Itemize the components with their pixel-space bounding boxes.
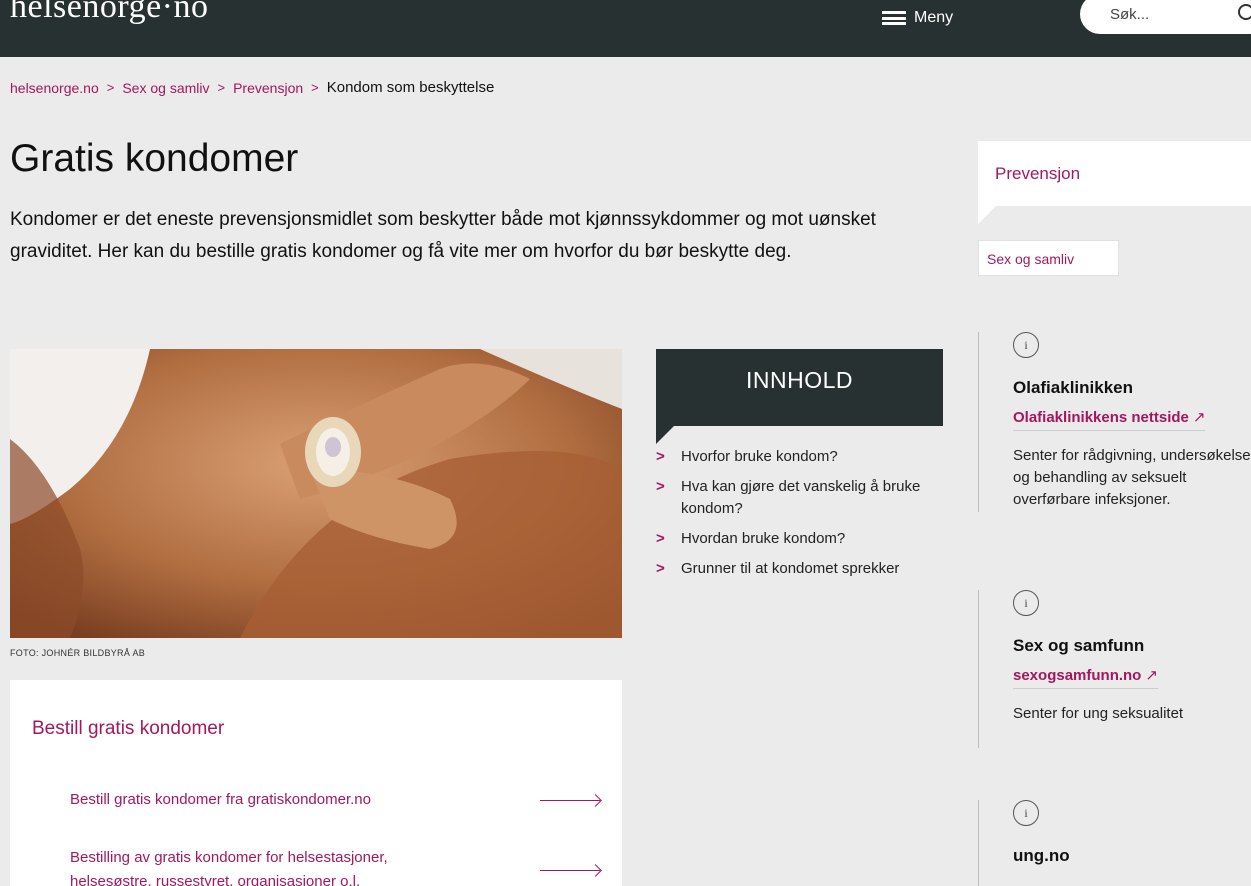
sidebar-chip-label: Sex og samliv [987,251,1075,267]
external-link-icon: ↗ [1192,409,1206,426]
chevron-right-icon: > [656,448,665,465]
toc-item[interactable]: > Grunner til at kondomet sprekker [656,558,956,580]
site-logo[interactable]: helsenorge·no [10,0,208,26]
resource-card-ung-no: i ung.no [978,800,1251,886]
info-icon: i [1013,332,1039,358]
toc-item-label: Hvordan bruke kondom? [681,530,846,547]
order-link-label: Bestill gratis kondomer fra gratiskondom… [70,791,371,808]
menu-button[interactable]: Meny [882,0,953,36]
card-link-label: sexogsamfunn.no [1013,667,1142,684]
card-description: Senter for rådgivning, undersøkelse og b… [1013,447,1251,508]
chevron-right-icon: > [656,478,665,495]
arrow-right-icon [540,794,600,806]
resource-card-olafiaklinikken: i Olafiaklinikken Olafiaklinikkens netts… [978,332,1251,512]
card-title: Sex og samfunn [1013,636,1145,655]
arrow-right-icon [540,864,600,876]
breadcrumb-current: Kondom som beskyttelse [326,79,495,96]
chevron-right-icon: > [656,560,665,577]
card-external-link[interactable]: sexogsamfunn.no ↗ [1013,666,1158,689]
resource-card-sex-og-samfunn: i Sex og samfunn sexogsamfunn.no ↗ Senter… [978,590,1251,748]
card-description: Senter for ung seksualitet [1013,705,1184,722]
toc-item[interactable]: > Hvorfor bruke kondom? [656,446,956,468]
page-title: Gratis kondomer [10,137,299,180]
order-link-label: Bestilling av gratis kondomer for helses… [70,849,388,886]
chevron-right-icon: > [656,530,665,547]
info-icon: i [1013,590,1039,616]
card-title: ung.no [1013,846,1070,865]
sidebar-chip-sex-og-samliv[interactable]: Sex og samliv [978,240,1119,276]
search-input[interactable] [1110,5,1230,23]
article-ingress: Kondomer er det eneste prevensjonsmidlet… [10,209,876,262]
breadcrumb-separator: > [217,80,226,95]
sidebar-tab-label: Prevensjon [995,164,1081,183]
toc-item[interactable]: > Hvordan bruke kondom? [656,528,956,550]
top-bar: helsenorge·no Meny [0,0,1251,57]
external-link-icon: ↗ [1145,667,1158,684]
breadcrumb-sex-og-samliv[interactable]: Sex og samliv [122,80,209,96]
card-external-link[interactable]: Olafiaklinikkens nettside ↗ [1013,408,1206,431]
toc-item-label: Hva kan gjøre det vanskelig å bruke kond… [681,478,921,517]
toc-item-label: Hvorfor bruke kondom? [681,448,838,465]
photo-caption: FOTO: JOHNÉR BILDBYRÅ AB [10,648,146,658]
hero-illustration [10,349,622,638]
toc-item-label: Grunner til at kondomet sprekker [681,560,900,577]
breadcrumb-prevensjon[interactable]: Prevensjon [233,80,303,96]
toc-list: > Hvorfor bruke kondom? > Hva kan gjøre de… [656,446,956,588]
card-link-label: Olafiaklinikkens nettside [1013,409,1189,426]
order-box: Bestill gratis kondomer Bestill gratis k… [10,680,622,886]
breadcrumb-home[interactable]: helsenorge.no [10,80,99,96]
breadcrumb-separator: > [311,80,319,95]
toc-heading: INNHOLD [656,349,943,444]
card-title: Olafiaklinikken [1013,378,1133,397]
order-link-gratiskondomer[interactable]: Bestill gratis kondomer fra gratiskondom… [70,788,600,812]
hero-image [10,349,622,638]
order-link-institutions[interactable]: Bestilling av gratis kondomer for helses… [70,846,600,886]
search-icon[interactable] [1238,4,1251,20]
menu-label: Meny [914,9,954,26]
toc-item[interactable]: > Hva kan gjøre det vanskelig å bruke kon… [656,476,956,520]
breadcrumb-separator: > [106,80,115,95]
breadcrumb: helsenorge.no > Sex og samliv > Prevensj… [10,79,494,96]
order-heading: Bestill gratis kondomer [32,718,225,739]
info-icon: i [1013,800,1039,826]
search-box[interactable] [1080,0,1251,34]
hamburger-icon [882,11,906,25]
sidebar-tab-prevensjon[interactable]: Prevensjon [978,141,1251,224]
